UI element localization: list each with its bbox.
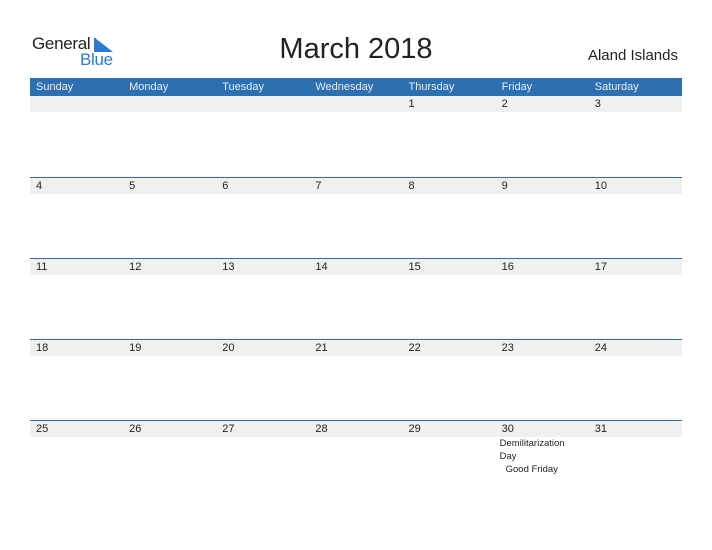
day-cell: 13 [222, 261, 235, 273]
day-cell: 8 [408, 180, 415, 192]
day-cell: 4 [36, 180, 43, 192]
week-row-3: 11 12 13 14 15 16 17 [30, 258, 682, 275]
day-cell [216, 96, 309, 112]
day-cell [123, 96, 216, 112]
weekday-saturday: Saturday [594, 81, 639, 93]
day-cell: 2 [501, 98, 508, 110]
day-cell: 31 [594, 423, 607, 435]
week-row-5: 25 26 27 28 29 30 31 Demilitarization Da… [30, 420, 682, 476]
day-cell: 16 [501, 261, 514, 273]
day-cell: 28 [315, 423, 328, 435]
weekday-wednesday: Wednesday [315, 81, 374, 93]
day-cell: 11 [36, 261, 48, 273]
day-cell: 24 [594, 342, 607, 354]
weekday-sunday: Sunday [36, 81, 74, 93]
day-cell: 18 [36, 342, 49, 354]
weekday-tuesday: Tuesday [222, 81, 265, 93]
day-cell [30, 96, 123, 112]
day-cell: 12 [129, 261, 142, 273]
event-good-friday: Good Friday [505, 464, 558, 475]
day-cell: 5 [129, 180, 136, 192]
day-cell: 9 [501, 180, 508, 192]
region-label: Aland Islands [587, 47, 678, 64]
day-cell: 27 [222, 423, 235, 435]
day-cell: 26 [129, 423, 142, 435]
day-cell: 17 [594, 261, 607, 273]
day-cell: 20 [222, 342, 235, 354]
day-cell: 1 [408, 98, 415, 110]
day-cell: 7 [315, 180, 322, 192]
day-cell: 6 [222, 180, 229, 192]
weekday-monday: Monday [129, 81, 169, 93]
day-cell: 3 [594, 98, 601, 110]
day-cell: 19 [129, 342, 142, 354]
weekday-header: Sunday Monday Tuesday Wednesday Thursday… [30, 78, 682, 96]
weekday-thursday: Thursday [408, 81, 455, 93]
day-cell: 21 [315, 342, 328, 354]
week-row-4: 18 19 20 21 22 23 24 [30, 339, 682, 356]
day-cell [309, 96, 402, 112]
week-row-1: 1 2 3 [30, 96, 682, 112]
day-cell: 22 [408, 342, 421, 354]
day-cell: 30 [501, 423, 514, 435]
day-cell: 15 [408, 261, 421, 273]
day-cell: 29 [408, 423, 421, 435]
event-list-mar30: Demilitarization Day Good Friday [496, 437, 589, 476]
day-cell: 23 [501, 342, 514, 354]
day-cell: 25 [36, 423, 49, 435]
day-cell: 10 [594, 180, 607, 192]
week-row-2: 4 5 6 7 8 9 10 [30, 177, 682, 194]
weekday-friday: Friday [501, 81, 533, 93]
event-demilitarization-day: Demilitarization Day [499, 438, 565, 462]
day-cell: 14 [315, 261, 328, 273]
